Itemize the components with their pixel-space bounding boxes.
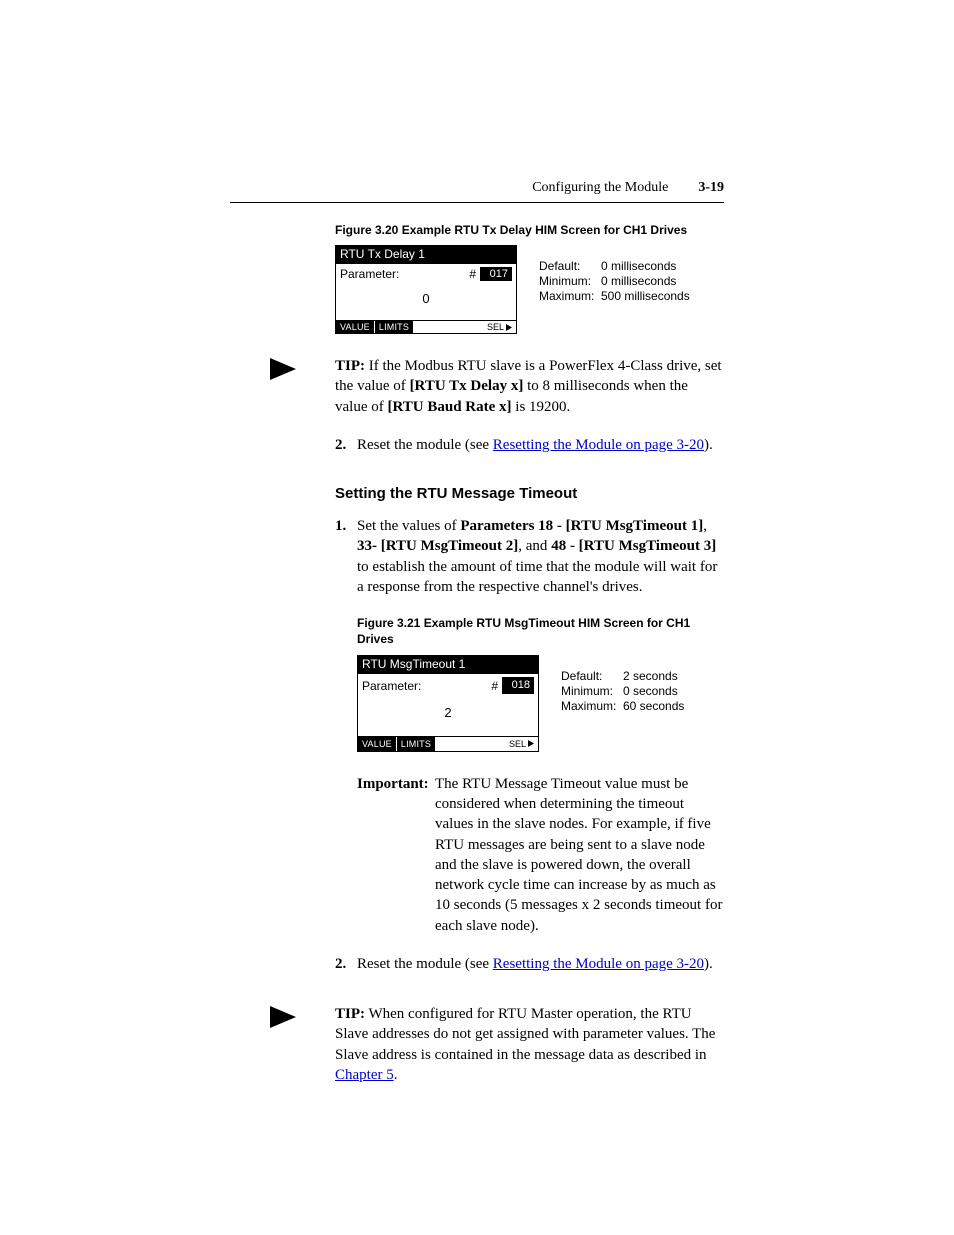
- header-page-number: 3-19: [698, 180, 724, 196]
- him-param-label: Parameter:: [362, 678, 491, 694]
- step-list-a: Reset the module (see Resetting the Modu…: [335, 435, 724, 455]
- him-screen-tx-delay: RTU Tx Delay 1 Parameter: # 017 0 VALUE …: [335, 245, 517, 334]
- him-title: RTU MsgTimeout 1: [358, 656, 538, 674]
- him-meta-2: Default:2 seconds Minimum:0 seconds Maxi…: [561, 655, 684, 752]
- link-resetting-module-a[interactable]: Resetting the Module on page 3-20: [493, 437, 704, 453]
- him-value: 0: [336, 281, 516, 320]
- tip-arrow-icon: [270, 1006, 296, 1033]
- tip-arrow-icon: [270, 358, 296, 385]
- tip-block-1: TIP: If the Modbus RTU slave is a PowerF…: [335, 356, 724, 417]
- him-param-hash: #: [491, 678, 498, 694]
- him-block-1: RTU Tx Delay 1 Parameter: # 017 0 VALUE …: [335, 245, 724, 334]
- him-param-number: 018: [502, 677, 534, 694]
- tip-block-2: TIP: When configured for RTU Master oper…: [335, 1004, 724, 1085]
- him-block-2: RTU MsgTimeout 1 Parameter: # 018 2 VALU…: [357, 655, 724, 752]
- important-text: The RTU Message Timeout value must be co…: [435, 774, 724, 936]
- link-chapter-5[interactable]: Chapter 5: [335, 1067, 394, 1083]
- section-heading-rtu-timeout: Setting the RTU Message Timeout: [335, 485, 724, 502]
- list-item: Reset the module (see Resetting the Modu…: [335, 435, 724, 455]
- list-item: Reset the module (see Resetting the Modu…: [335, 954, 724, 974]
- important-label: Important:: [357, 774, 435, 936]
- him-param-label: Parameter:: [340, 267, 469, 281]
- him-button-limits: LIMITS: [375, 321, 413, 333]
- important-block: Important: The RTU Message Timeout value…: [357, 774, 724, 936]
- triangle-right-icon: [528, 740, 534, 747]
- triangle-right-icon: [506, 324, 512, 331]
- link-resetting-module-b[interactable]: Resetting the Module on page 3-20: [493, 956, 704, 972]
- him-screen-msgtimeout: RTU MsgTimeout 1 Parameter: # 018 2 VALU…: [357, 655, 539, 752]
- him-param-hash: #: [469, 267, 476, 281]
- figure-caption-3-21: Figure 3.21 Example RTU MsgTimeout HIM S…: [357, 615, 724, 647]
- him-sel: SEL: [505, 737, 538, 751]
- figure-caption-3-20: Figure 3.20 Example RTU Tx Delay HIM Scr…: [335, 223, 724, 237]
- him-meta-1: Default:0 milliseconds Minimum:0 millise…: [539, 245, 690, 334]
- him-button-limits: LIMITS: [397, 737, 435, 751]
- him-title: RTU Tx Delay 1: [336, 246, 516, 264]
- header-section: Configuring the Module: [532, 180, 668, 196]
- him-button-value: VALUE: [358, 737, 396, 751]
- step-list-b: Set the values of Parameters 18 - [RTU M…: [335, 516, 724, 974]
- page-header: Configuring the Module 3-19: [230, 180, 724, 203]
- him-button-value: VALUE: [336, 321, 374, 333]
- him-sel: SEL: [483, 321, 516, 333]
- list-item: Set the values of Parameters 18 - [RTU M…: [335, 516, 724, 936]
- tip-label: TIP:: [335, 358, 365, 374]
- him-param-number: 017: [480, 267, 512, 281]
- tip-label: TIP:: [335, 1006, 365, 1022]
- him-value: 2: [358, 694, 538, 736]
